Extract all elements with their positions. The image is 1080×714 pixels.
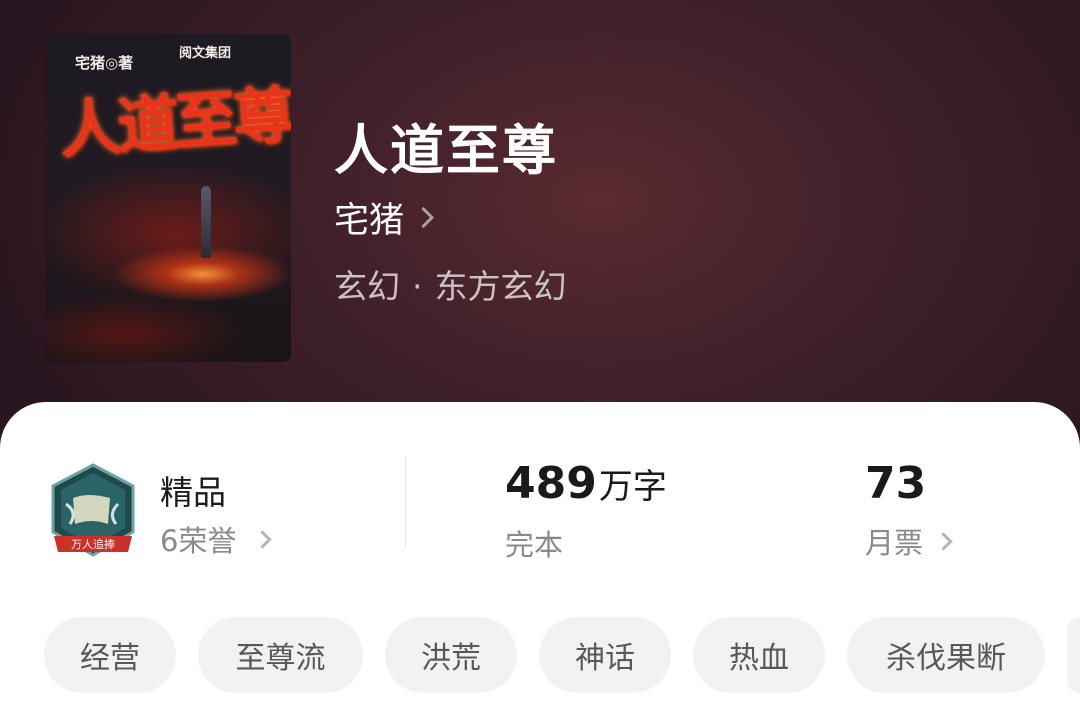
author-name: 宅猪 bbox=[334, 200, 405, 241]
chevron-right-icon bbox=[412, 206, 435, 228]
honors-link[interactable]: 6荣誉 bbox=[160, 518, 273, 560]
tag-chip[interactable]: 至尊流 bbox=[198, 617, 363, 693]
chevron-right-icon bbox=[253, 529, 273, 549]
badge-text: 万人追捧 bbox=[71, 537, 115, 551]
completion-status: 完本 bbox=[505, 528, 564, 562]
word-count-unit: 万字 bbox=[598, 467, 667, 507]
cover-title-text: 人道至尊 bbox=[57, 77, 291, 167]
book-cover[interactable]: 宅猪◎著 阅文集团 人道至尊 bbox=[45, 34, 291, 362]
honors-count: 6荣誉 bbox=[160, 524, 237, 558]
genre-main: 玄幻 bbox=[334, 267, 400, 306]
honor-badge-icon[interactable]: 万人追捧 bbox=[48, 462, 138, 560]
cover-publisher-logo: 阅文集团 bbox=[179, 46, 232, 61]
tag-chip[interactable]: 洪荒 bbox=[385, 617, 517, 693]
tag-chip-partial[interactable] bbox=[1067, 617, 1080, 693]
monthly-tickets-label: 月票 bbox=[865, 526, 924, 560]
word-count-number: 489 bbox=[505, 458, 597, 509]
author-link[interactable]: 宅猪 bbox=[334, 192, 435, 242]
genre-sub: 东方玄幻 bbox=[434, 267, 567, 306]
genre-line: 玄幻 · 东方玄幻 bbox=[334, 260, 567, 308]
tag-chip[interactable]: 神话 bbox=[539, 617, 671, 693]
monthly-tickets-number: 73 bbox=[865, 458, 927, 509]
tag-chip[interactable]: 热血 bbox=[693, 617, 825, 693]
cover-figure bbox=[201, 186, 211, 258]
word-count: 489 万字 bbox=[505, 458, 667, 510]
tag-chip[interactable]: 经营 bbox=[44, 617, 176, 693]
book-header: 宅猪◎著 阅文集团 人道至尊 人道至尊 宅猪 玄幻 · 东方玄幻 bbox=[0, 0, 1080, 430]
stats-divider bbox=[405, 456, 406, 548]
tag-chip[interactable]: 杀伐果断 bbox=[847, 617, 1045, 693]
genre-separator: · bbox=[412, 267, 423, 306]
chevron-right-icon bbox=[934, 531, 953, 551]
cover-author-text: 宅猪◎著 bbox=[75, 54, 134, 72]
book-title: 人道至尊 bbox=[334, 118, 558, 182]
monthly-tickets-link[interactable]: 月票 bbox=[865, 520, 953, 562]
quality-label: 精品 bbox=[160, 473, 226, 512]
